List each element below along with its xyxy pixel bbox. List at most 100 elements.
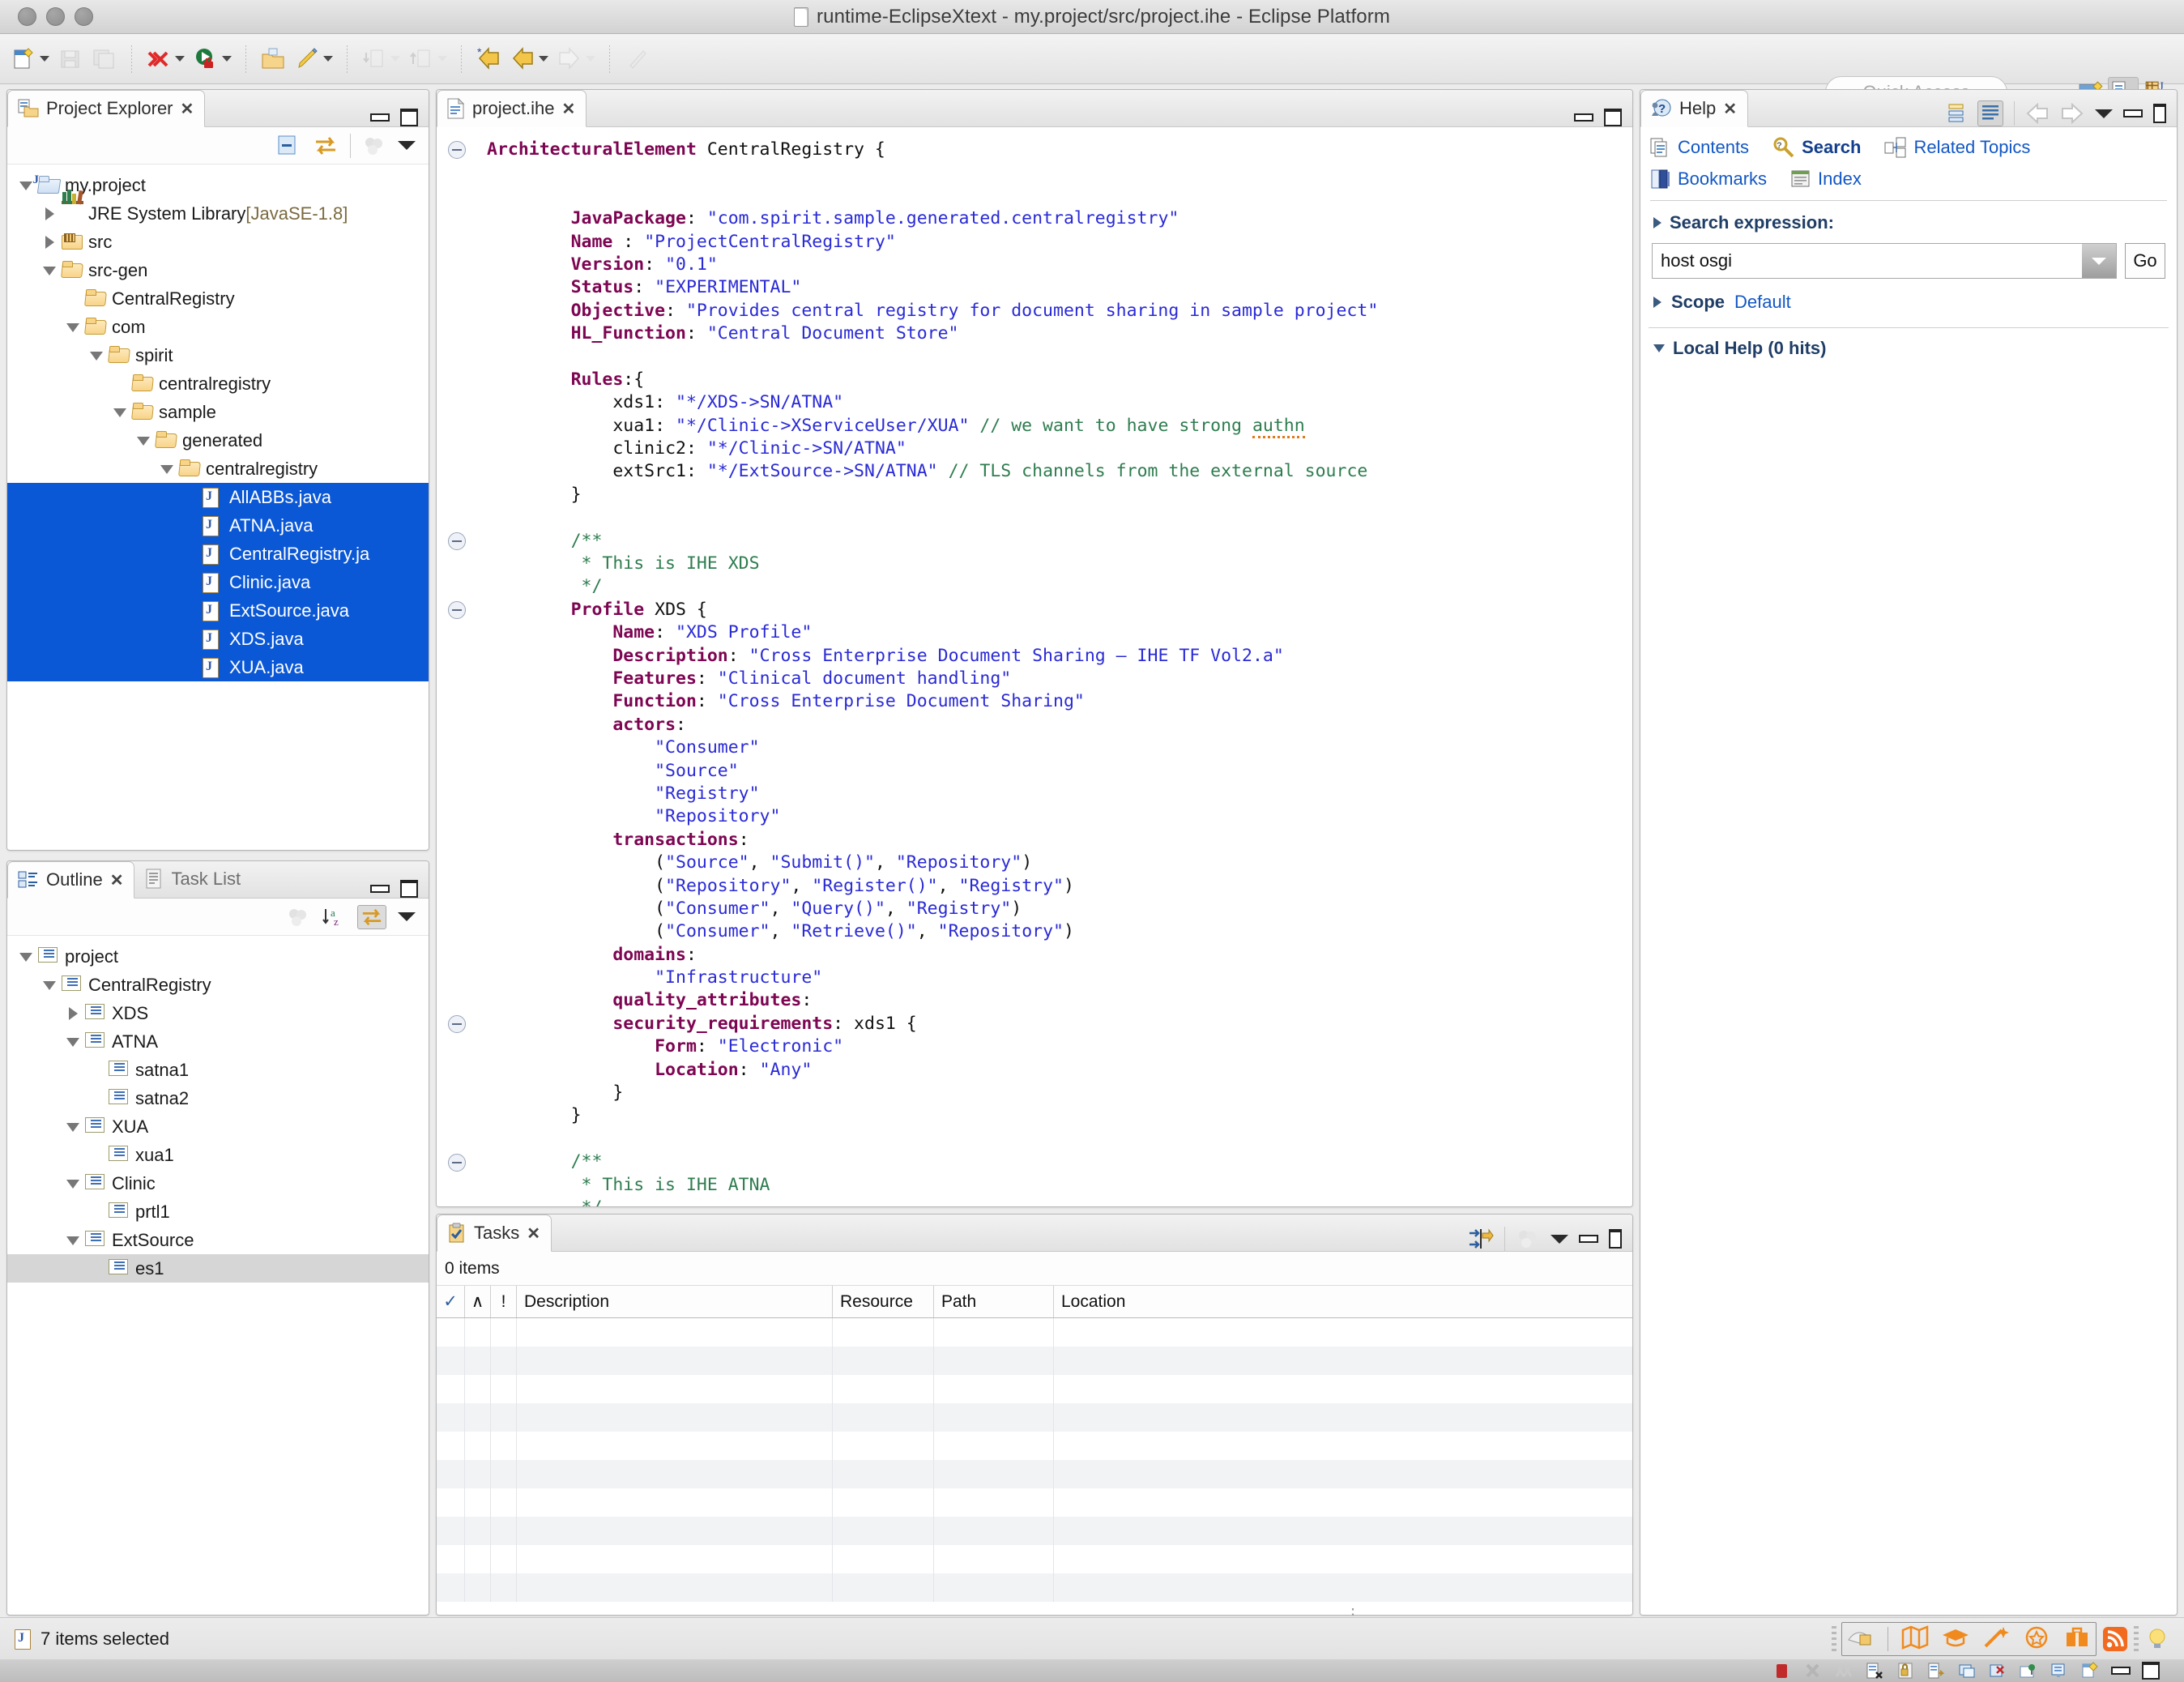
table-row[interactable] [437, 1573, 1632, 1602]
fold-toggle-icon[interactable] [448, 1153, 466, 1172]
maximize-icon[interactable] [400, 880, 418, 898]
new-java-class-button[interactable] [290, 46, 337, 72]
chevron-down-icon[interactable] [42, 977, 58, 993]
view-menu-more-icon[interactable] [362, 134, 386, 157]
award-icon[interactable] [2023, 1625, 2050, 1653]
code-text[interactable]: ArchitecturalElement CentralRegistry { J… [487, 139, 1632, 1206]
tree-item-centralregistry-ja[interactable]: CentralRegistry.ja [7, 540, 429, 568]
search-expression-section[interactable]: Search expression: [1640, 201, 2177, 233]
dock-icon-open-console[interactable] [1957, 1662, 1977, 1680]
editor-body[interactable]: ArchitecturalElement CentralRegistry { J… [437, 127, 1632, 1206]
chevron-down-icon[interactable] [437, 56, 447, 62]
lightbulb-icon[interactable] [2143, 1625, 2171, 1653]
view-menu-icon[interactable] [1551, 1234, 1568, 1244]
back-arrow-icon[interactable] [2025, 103, 2050, 124]
chevron-down-icon[interactable] [66, 319, 82, 335]
tree-item-com[interactable]: com [7, 313, 429, 341]
chevron-down-icon[interactable] [19, 949, 35, 965]
tree-item-xds-java[interactable]: XDS.java [7, 625, 429, 653]
rss-feed-icon[interactable] [2101, 1625, 2129, 1653]
tree-item-spirit[interactable]: spirit [7, 341, 429, 369]
tree-item-src-gen[interactable]: src-gen [7, 256, 429, 284]
chevron-down-icon[interactable] [1653, 344, 1665, 352]
briefcase-icon[interactable] [2063, 1625, 2091, 1653]
outline-item-project[interactable]: project [7, 942, 429, 971]
chevron-down-icon[interactable] [222, 56, 232, 62]
view-menu-icon[interactable] [2095, 109, 2113, 118]
column-header-location[interactable]: Location [1053, 1286, 1632, 1317]
table-row[interactable] [437, 1347, 1632, 1375]
help-link-search[interactable]: ? Search [1772, 137, 1861, 158]
chevron-down-icon[interactable] [113, 404, 129, 420]
run-debug-button[interactable] [189, 46, 236, 72]
table-row[interactable] [437, 1375, 1632, 1403]
outline-item-xua[interactable]: XUA [7, 1112, 429, 1141]
search-combo[interactable] [1652, 243, 2117, 279]
project-tree[interactable]: Jmy.project JRE System Library [JavaSE-1.… [7, 164, 429, 681]
chevron-down-icon[interactable] [136, 433, 152, 449]
tab-task-list[interactable]: Task List [134, 861, 252, 898]
folding-ruler[interactable] [437, 127, 476, 1206]
tree-item-centralregistry[interactable]: centralregistry [7, 455, 429, 483]
outline-item-atna[interactable]: ATNA [7, 1027, 429, 1056]
outline-item-clinic[interactable]: Clinic [7, 1169, 429, 1197]
fold-toggle-icon[interactable] [448, 601, 466, 619]
tree-item-clinic-java[interactable]: Clinic.java [7, 568, 429, 596]
outline-item-centralregistry[interactable]: CentralRegistry [7, 971, 429, 999]
tab-tasks[interactable]: Tasks ✕ [437, 1215, 552, 1252]
chevron-right-icon[interactable] [42, 234, 58, 250]
minimize-icon[interactable] [1579, 1235, 1598, 1243]
table-row[interactable] [437, 1403, 1632, 1432]
minimize-icon[interactable] [370, 113, 390, 122]
chevron-down-icon[interactable] [66, 1119, 82, 1135]
tree-item-allabbs-java[interactable]: AllABBs.java [7, 483, 429, 511]
table-row[interactable] [437, 1488, 1632, 1517]
chevron-down-icon[interactable] [586, 56, 595, 62]
dock-icon-lock[interactable] [1896, 1662, 1915, 1680]
magic-wand-icon[interactable] [1982, 1625, 2010, 1653]
maximize-icon[interactable] [2153, 104, 2166, 123]
chevron-down-icon[interactable] [539, 56, 548, 62]
close-icon[interactable]: ✕ [181, 99, 194, 119]
view-menu-icon[interactable] [398, 141, 416, 150]
tree-item-atna-java[interactable]: ATNA.java [7, 511, 429, 540]
dock-icon-remove-all[interactable] [1834, 1662, 1853, 1680]
dock-icon-new-console[interactable] [2080, 1662, 2100, 1680]
annotate-button[interactable] [620, 46, 654, 72]
table-row[interactable] [437, 1517, 1632, 1545]
link-with-editor-icon[interactable] [313, 134, 339, 157]
trim-gripper[interactable] [1832, 1625, 1836, 1652]
outline-tree[interactable]: project CentralRegistry XDS ATNA satna1 satna… [7, 936, 429, 1283]
outline-item-extsource[interactable]: ExtSource [7, 1226, 429, 1254]
chevron-down-icon[interactable] [89, 348, 105, 364]
column-header-resource[interactable]: Resource [832, 1286, 933, 1317]
chevron-right-icon[interactable] [1653, 217, 1661, 228]
help-link-related-topics[interactable]: Related Topics [1884, 137, 2030, 158]
help-link-bookmarks[interactable]: Bookmarks [1650, 169, 1767, 190]
show-categories-icon[interactable] [1946, 102, 1967, 125]
fold-toggle-icon[interactable] [448, 1015, 466, 1034]
back-star-button[interactable]: * [471, 46, 505, 72]
chevron-down-icon[interactable] [66, 1034, 82, 1050]
minimize-icon[interactable] [2123, 109, 2143, 117]
table-row[interactable] [437, 1432, 1632, 1460]
chevron-down-icon[interactable] [42, 263, 58, 279]
local-help-section[interactable]: Local Help (0 hits) [1640, 328, 2177, 359]
outline-item-xds[interactable]: XDS [7, 999, 429, 1027]
help-link-index[interactable]: Index [1790, 169, 1862, 190]
outline-item-satna1[interactable]: satna1 [7, 1056, 429, 1084]
scope-value-link[interactable]: Default [1734, 292, 1791, 313]
forward-button[interactable] [552, 46, 599, 72]
column-header-priority[interactable]: ! [490, 1286, 516, 1317]
tab-help[interactable]: ? Help ✕ [1640, 90, 1749, 127]
tree-item-jre-system-library[interactable]: JRE System Library [JavaSE-1.8] [7, 189, 429, 228]
chevron-down-icon[interactable] [390, 56, 400, 62]
maximize-icon[interactable] [1604, 109, 1622, 126]
column-header-description[interactable]: Description [516, 1286, 832, 1317]
dock-icon-clear-console[interactable] [1865, 1662, 1884, 1680]
tasks-table-body[interactable] [437, 1318, 1632, 1602]
outline-item-satna2[interactable]: satna2 [7, 1084, 429, 1112]
minimize-icon[interactable] [370, 885, 390, 893]
dock-icon-close-console[interactable] [1988, 1662, 2007, 1680]
restore-icon[interactable] [1609, 1229, 1622, 1249]
